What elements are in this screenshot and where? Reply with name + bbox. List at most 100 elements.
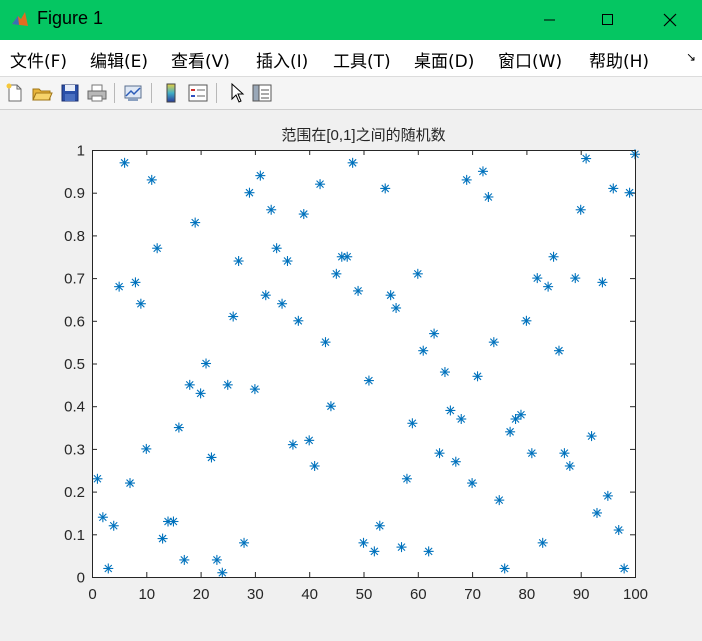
data-point xyxy=(564,460,575,471)
menu-file[interactable]: 文件(F) xyxy=(10,47,67,72)
data-point xyxy=(374,520,385,531)
data-point xyxy=(222,379,233,390)
data-point xyxy=(363,375,374,386)
data-point xyxy=(304,435,315,446)
x-tick-label: 40 xyxy=(301,586,318,603)
open-file-icon[interactable] xyxy=(31,82,53,104)
legend-icon[interactable] xyxy=(187,82,209,104)
data-point xyxy=(407,418,418,429)
close-icon xyxy=(663,13,677,27)
menu-overflow-icon[interactable]: ↘ xyxy=(686,50,696,64)
data-point xyxy=(456,414,467,425)
figure-toolbar xyxy=(0,77,702,110)
data-point xyxy=(418,345,429,356)
menu-view[interactable]: 查看(V) xyxy=(171,47,230,72)
pointer-icon[interactable] xyxy=(226,82,248,104)
data-point xyxy=(157,533,168,544)
x-tick-label: 50 xyxy=(356,586,373,603)
y-tick-label: 0.9 xyxy=(64,185,85,202)
menu-desktop[interactable]: 桌面(D) xyxy=(414,47,474,72)
data-point xyxy=(184,379,195,390)
data-point xyxy=(532,273,543,284)
data-point xyxy=(260,290,271,301)
data-point xyxy=(146,174,157,185)
y-tick-label: 0.5 xyxy=(64,356,85,373)
data-point xyxy=(439,367,450,378)
data-point xyxy=(152,243,163,254)
y-tick-label: 0.4 xyxy=(64,399,85,416)
data-point xyxy=(92,473,103,484)
data-point xyxy=(287,439,298,450)
chart-title: 范围在[0,1]之间的随机数 xyxy=(281,127,445,144)
x-tick-label: 30 xyxy=(247,586,264,603)
link-plot-icon[interactable] xyxy=(122,82,144,104)
data-point xyxy=(353,285,364,296)
x-tick-label: 10 xyxy=(138,586,155,603)
menu-tools[interactable]: 工具(T) xyxy=(333,47,391,72)
x-tick-label: 100 xyxy=(623,586,648,603)
property-inspector-icon[interactable] xyxy=(251,82,273,104)
print-icon[interactable] xyxy=(86,82,108,104)
data-point xyxy=(575,204,586,215)
data-point xyxy=(602,490,613,501)
data-point xyxy=(277,298,288,309)
data-point xyxy=(548,251,559,262)
axes-background xyxy=(92,150,635,577)
y-tick-label: 0.8 xyxy=(64,228,85,245)
data-point xyxy=(173,422,184,433)
scatter-chart[interactable]: 范围在[0,1]之间的随机数 0 10 20 30 40 50 60 70 80 90 100 0 0.… xyxy=(0,110,702,637)
toolbar-separator xyxy=(216,83,217,103)
data-point xyxy=(510,414,521,425)
data-point xyxy=(325,401,336,412)
data-point xyxy=(168,516,179,527)
data-point xyxy=(135,298,146,309)
data-point xyxy=(298,209,309,220)
data-point xyxy=(266,204,277,215)
menu-window[interactable]: 窗口(W) xyxy=(498,47,562,72)
data-point xyxy=(586,431,597,442)
data-point xyxy=(309,460,320,471)
x-tick-label: 60 xyxy=(410,586,427,603)
data-point xyxy=(445,405,456,416)
data-point xyxy=(597,277,608,288)
data-point xyxy=(141,443,152,454)
minimize-button[interactable] xyxy=(522,0,578,40)
data-point xyxy=(244,187,255,198)
save-icon[interactable] xyxy=(59,82,81,104)
close-button[interactable] xyxy=(642,0,698,40)
y-tick-label: 0.7 xyxy=(64,271,85,288)
data-point xyxy=(130,277,141,288)
data-point xyxy=(624,187,635,198)
toolbar-separator xyxy=(151,83,152,103)
data-point xyxy=(505,426,516,437)
data-point xyxy=(483,191,494,202)
y-tick-label: 0.2 xyxy=(64,484,85,501)
data-point xyxy=(271,243,282,254)
x-tick-label: 70 xyxy=(464,586,481,603)
menu-edit[interactable]: 编辑(E) xyxy=(90,47,148,72)
new-figure-icon[interactable] xyxy=(4,82,26,104)
data-point xyxy=(591,507,602,518)
data-point xyxy=(423,546,434,557)
menu-insert[interactable]: 插入(I) xyxy=(256,47,308,72)
data-point xyxy=(494,495,505,506)
data-point xyxy=(206,452,217,463)
menu-bar: 文件(F) 编辑(E) 查看(V) 插入(I) 工具(T) 桌面(D) 窗口(W… xyxy=(0,40,702,77)
data-point xyxy=(461,174,472,185)
menu-help[interactable]: 帮助(H) xyxy=(589,47,649,72)
colorbar-icon[interactable] xyxy=(160,82,182,104)
data-point xyxy=(396,542,407,553)
data-point xyxy=(369,546,380,557)
window-title: Figure 1 xyxy=(37,8,104,28)
maximize-icon xyxy=(602,14,613,25)
data-point xyxy=(190,217,201,228)
data-point xyxy=(228,311,239,322)
maximize-button[interactable] xyxy=(580,0,636,40)
data-point xyxy=(450,456,461,467)
data-point xyxy=(342,251,353,262)
data-point xyxy=(125,478,136,489)
data-point xyxy=(249,384,260,395)
data-point xyxy=(526,448,537,459)
data-point xyxy=(515,409,526,420)
data-point xyxy=(570,273,581,284)
